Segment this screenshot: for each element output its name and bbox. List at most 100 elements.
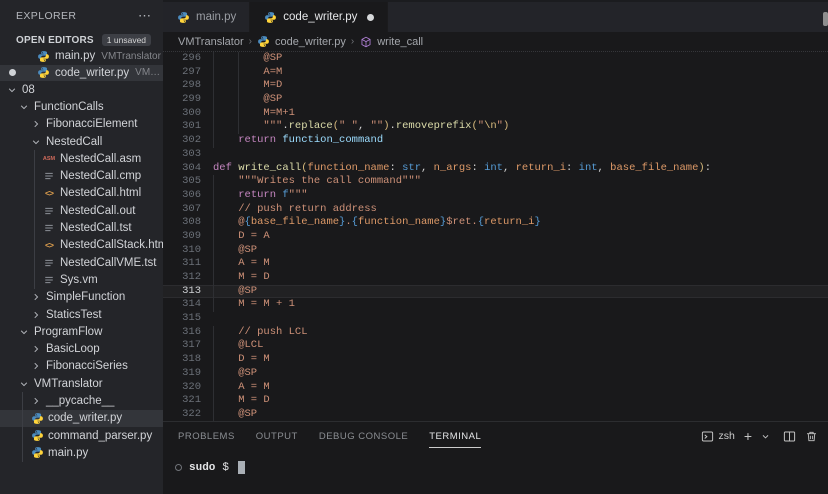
code-text: A = M <box>213 257 270 271</box>
code-line-298[interactable]: 298 M=D <box>163 79 828 93</box>
code-text: @SP <box>213 285 257 299</box>
code-line-306[interactable]: 306 return f""" <box>163 189 828 203</box>
code-text: @LCL <box>213 339 263 353</box>
panel-tab-debug-console[interactable]: DEBUG CONSOLE <box>319 425 408 447</box>
tab-label: code_writer.py <box>283 11 357 23</box>
scrollbar-thumb[interactable] <box>823 12 828 26</box>
tree-item-command_parser.py[interactable]: command_parser.py <box>0 427 163 444</box>
tree-item-VMTranslator[interactable]: VMTranslator <box>0 375 163 392</box>
code-line-304[interactable]: 304def write_call(function_name: str, n_… <box>163 162 828 176</box>
panel-tab-output[interactable]: OUTPUT <box>256 425 298 447</box>
code-line-300[interactable]: 300 M=M+1 <box>163 107 828 121</box>
open-editor-code_writer.py[interactable]: code_writer.pyVMTranslator <box>0 65 163 82</box>
terminal-dropdown-chevron-icon[interactable] <box>761 432 770 441</box>
tree-item-FibonacciSeries[interactable]: FibonacciSeries <box>0 358 163 375</box>
code-line-305[interactable]: 305 """Writes the call command""" <box>163 175 828 189</box>
tree-item-ProgramFlow[interactable]: ProgramFlow <box>0 323 163 340</box>
tree-item-label: NestedCall.out <box>60 205 135 217</box>
tree-item-FibonacciElement[interactable]: FibonacciElement <box>0 116 163 133</box>
tree-item-NestedCall[interactable]: NestedCall <box>0 133 163 150</box>
code-text: """.replace(" ", "").removeprefix("\n") <box>213 120 509 134</box>
terminal-prompt-symbol: $ <box>222 462 229 474</box>
tree-item-NestedCall.tst[interactable]: NestedCall.tst <box>0 219 163 236</box>
html-icon: <> <box>42 188 56 198</box>
tree-item-NestedCall.cmp[interactable]: NestedCall.cmp <box>0 167 163 184</box>
code-line-309[interactable]: 309 D = A <box>163 230 828 244</box>
tree-item-label: FibonacciElement <box>46 118 137 130</box>
tab-main.py[interactable]: main.py <box>163 2 250 32</box>
code-line-316[interactable]: 316 // push LCL <box>163 326 828 340</box>
code-line-301[interactable]: 301 """.replace(" ", "").removeprefix("\… <box>163 120 828 134</box>
code-line-313[interactable]: 313 @SP <box>163 285 828 299</box>
shell-indicator[interactable]: zsh <box>701 430 734 443</box>
code-text: D = M <box>213 353 270 367</box>
tree-item-NestedCall.out[interactable]: NestedCall.out <box>0 202 163 219</box>
code-line-303[interactable]: 303 <box>163 148 828 162</box>
split-terminal-button[interactable] <box>783 430 796 443</box>
line-number: 312 <box>163 271 201 285</box>
chevron-right-icon <box>30 310 42 320</box>
list-icon <box>42 274 56 286</box>
tree-item-NestedCallStack.html[interactable]: <>NestedCallStack.html <box>0 237 163 254</box>
code-text: M = D <box>213 394 270 408</box>
code-line-315[interactable]: 315 <box>163 312 828 326</box>
tree-item-NestedCallVME.tst[interactable]: NestedCallVME.tst <box>0 254 163 271</box>
file-name: code_writer.py <box>55 67 129 79</box>
code-line-320[interactable]: 320 A = M <box>163 381 828 395</box>
breadcrumb: VMTranslator›code_writer.py›write_call <box>163 32 828 52</box>
code-line-310[interactable]: 310 @SP <box>163 244 828 258</box>
code-line-307[interactable]: 307 // push return address <box>163 203 828 217</box>
line-number: 298 <box>163 79 201 93</box>
tree-item-BasicLoop[interactable]: BasicLoop <box>0 340 163 357</box>
tab-code_writer.py[interactable]: code_writer.py <box>250 2 388 32</box>
terminal-prompt-line[interactable]: sudo $ <box>175 461 828 474</box>
code-line-322[interactable]: 322 @SP <box>163 408 828 421</box>
tree-item-08[interactable]: 08 <box>0 81 163 98</box>
code-line-296[interactable]: 296 @SP <box>163 52 828 66</box>
code-line-308[interactable]: 308 @{base_file_name}.{function_name}$re… <box>163 216 828 230</box>
list-icon <box>42 257 56 269</box>
breadcrumb-item-VMTranslator[interactable]: VMTranslator <box>178 36 244 48</box>
code-line-321[interactable]: 321 M = D <box>163 394 828 408</box>
code-text: return f""" <box>213 189 308 203</box>
open-editors-header[interactable]: OPEN EDITORS 1 unsaved <box>0 32 163 48</box>
tree-item-StaticsTest[interactable]: StaticsTest <box>0 306 163 323</box>
breadcrumb-item-code_writer.py[interactable]: code_writer.py <box>257 35 346 48</box>
tree-item-code_writer.py[interactable]: code_writer.py <box>0 410 163 427</box>
code-line-302[interactable]: 302 return function_command <box>163 134 828 148</box>
code-line-319[interactable]: 319 @SP <box>163 367 828 381</box>
tree-item-NestedCall.html[interactable]: <>NestedCall.html <box>0 185 163 202</box>
modified-dot-icon <box>367 14 374 21</box>
code-line-314[interactable]: 314 M = M + 1 <box>163 298 828 312</box>
line-number: 302 <box>163 134 201 148</box>
code-line-312[interactable]: 312 M = D <box>163 271 828 285</box>
code-line-317[interactable]: 317 @LCL <box>163 339 828 353</box>
code-text: D = A <box>213 230 270 244</box>
code-line-297[interactable]: 297 A=M <box>163 66 828 80</box>
open-editor-main.py[interactable]: main.pyVMTranslator <box>0 48 163 65</box>
panel-tab-terminal[interactable]: TERMINAL <box>429 425 481 448</box>
breadcrumb-label: code_writer.py <box>275 36 346 48</box>
tree-item-SimpleFunction[interactable]: SimpleFunction <box>0 289 163 306</box>
tree-item-__pycache__[interactable]: __pycache__ <box>0 392 163 409</box>
code-line-318[interactable]: 318 D = M <box>163 353 828 367</box>
tree-item-label: StaticsTest <box>46 309 102 321</box>
new-terminal-button[interactable]: + <box>744 429 752 443</box>
kill-terminal-button[interactable] <box>805 430 818 443</box>
breadcrumb-item-write_call[interactable]: write_call <box>359 36 423 48</box>
more-actions-icon[interactable]: ⋯ <box>138 8 151 24</box>
chevron-down-icon <box>6 85 18 95</box>
tree-item-FunctionCalls[interactable]: FunctionCalls <box>0 98 163 115</box>
code-text: @SP <box>213 244 257 258</box>
code-line-299[interactable]: 299 @SP <box>163 93 828 107</box>
tree-item-label: SimpleFunction <box>46 291 125 303</box>
unsaved-badge: 1 unsaved <box>102 34 151 46</box>
tree-item-Sys.vm[interactable]: Sys.vm <box>0 271 163 288</box>
code-line-311[interactable]: 311 A = M <box>163 257 828 271</box>
tree-indent-guide <box>34 150 35 288</box>
code-editor[interactable]: 296 @SP297 A=M298 M=D299 @SP300 M=M+1301… <box>163 52 828 421</box>
line-number: 301 <box>163 120 201 134</box>
panel-tab-problems[interactable]: PROBLEMS <box>178 425 235 447</box>
tree-item-main.py[interactable]: main.py <box>0 444 163 461</box>
tree-item-NestedCall.asm[interactable]: ASMNestedCall.asm <box>0 150 163 167</box>
